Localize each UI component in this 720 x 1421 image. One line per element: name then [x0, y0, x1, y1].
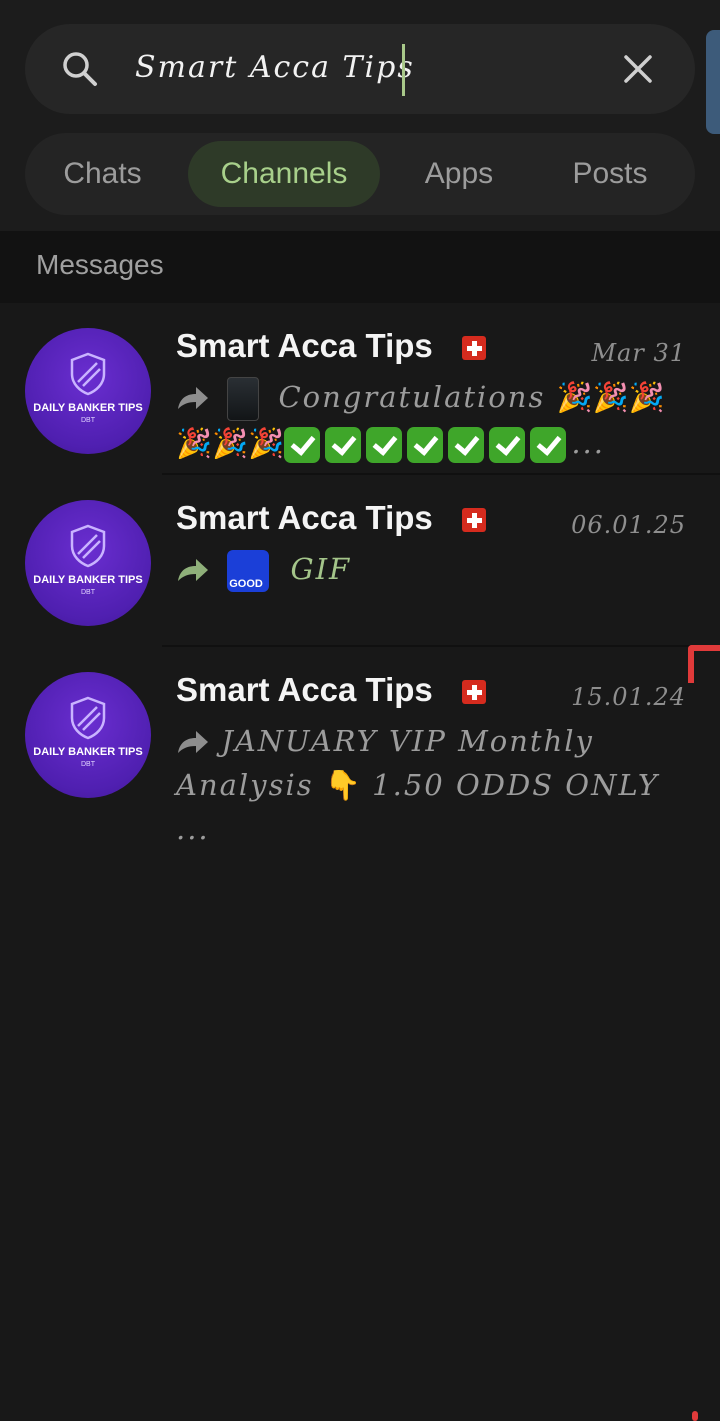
- list-item[interactable]: DAILY BANKER TIPS DBT Smart Acca Tips 15…: [0, 647, 720, 846]
- check-mark-emoji: [448, 427, 485, 463]
- avatar-brand-sub: DBT: [81, 589, 95, 596]
- avatar-brand-sub: DBT: [81, 761, 95, 768]
- text-cursor: [402, 44, 405, 96]
- close-icon[interactable]: [621, 52, 655, 86]
- pointing-down-emoji: 👇: [324, 768, 361, 802]
- filter-tabs: Chats Channels Apps Posts: [25, 133, 695, 215]
- shield-icon: [70, 696, 106, 740]
- message-preview: JANUARY VIP Monthly Analysis 👇 1.50 ODDS…: [176, 719, 676, 851]
- swiss-flag-icon: [462, 336, 486, 360]
- avatar: DAILY BANKER TIPS DBT: [25, 500, 151, 626]
- search-input[interactable]: Smart Acca Tips: [135, 46, 415, 90]
- top-bar: Smart Acca Tips Chats Channels Apps Post…: [0, 0, 720, 231]
- check-mark-emoji: [284, 427, 321, 463]
- tab-posts[interactable]: Posts: [540, 141, 680, 207]
- avatar-brand-sub: DBT: [81, 417, 95, 424]
- swiss-flag-icon: [462, 680, 486, 704]
- chat-date: 06.01.25: [571, 511, 686, 539]
- forward-arrow-icon: [178, 387, 208, 409]
- preview-text-line-2: Analysis: [176, 768, 314, 802]
- media-thumbnail: [227, 377, 260, 421]
- preview-text: GIF: [290, 552, 352, 586]
- chat-date: 15.01.24: [571, 683, 686, 711]
- check-mark-emoji: [325, 427, 362, 463]
- avatar-brand-text: DAILY BANKER TIPS: [33, 402, 143, 414]
- scroll-handle[interactable]: [706, 30, 720, 134]
- tab-apps[interactable]: Apps: [395, 141, 523, 207]
- chat-name: Smart Acca Tips: [176, 671, 433, 708]
- forward-arrow-icon: [178, 559, 208, 581]
- list-item[interactable]: DAILY BANKER TIPS DBT Smart Acca Tips Ma…: [0, 303, 720, 475]
- chat-name: Smart Acca Tips: [176, 499, 433, 536]
- section-title: Messages: [36, 249, 164, 280]
- chat-name: Smart Acca Tips: [176, 327, 433, 364]
- forward-arrow-icon: [178, 731, 208, 753]
- search-icon: [63, 52, 97, 86]
- search-bar[interactable]: Smart Acca Tips: [25, 24, 695, 114]
- avatar-brand-text: DAILY BANKER TIPS: [33, 746, 143, 758]
- avatar-brand-text: DAILY BANKER TIPS: [33, 574, 143, 586]
- red-marker: [688, 645, 720, 683]
- avatar: DAILY BANKER TIPS DBT: [25, 672, 151, 798]
- preview-text-line-1: JANUARY VIP Monthly: [221, 724, 594, 758]
- swiss-flag-icon: [462, 508, 486, 532]
- chat-date: Mar 31: [591, 339, 686, 367]
- avatar: DAILY BANKER TIPS DBT: [25, 328, 151, 454]
- party-popper-emoji: 🎉🎉🎉: [176, 426, 285, 460]
- message-preview: GOOD MORNING GIF: [176, 547, 676, 592]
- check-mark-emoji: [489, 427, 526, 463]
- tab-channels[interactable]: Channels: [188, 141, 380, 207]
- shield-icon: [70, 524, 106, 568]
- red-marker-dot: [692, 1411, 698, 1421]
- gif-thumbnail: GOOD MORNING: [227, 550, 270, 592]
- party-popper-emoji: 🎉🎉🎉: [556, 380, 665, 414]
- check-mark-emoji: [407, 427, 444, 463]
- preview-text: Congratulations: [278, 380, 546, 414]
- list-item[interactable]: DAILY BANKER TIPS DBT Smart Acca Tips 06…: [0, 475, 720, 647]
- shield-icon: [70, 352, 106, 396]
- message-preview: Congratulations 🎉🎉🎉 🎉🎉🎉...: [176, 375, 676, 465]
- search-results-screen: Smart Acca Tips Chats Channels Apps Post…: [0, 0, 720, 1421]
- section-header: Messages: [0, 231, 720, 303]
- preview-ellipsis: ...: [571, 426, 605, 460]
- gif-thumbnail-label: GOOD MORNING: [229, 578, 263, 590]
- check-mark-emoji: [366, 427, 403, 463]
- check-mark-emoji: [530, 427, 567, 463]
- tab-chats[interactable]: Chats: [35, 141, 170, 207]
